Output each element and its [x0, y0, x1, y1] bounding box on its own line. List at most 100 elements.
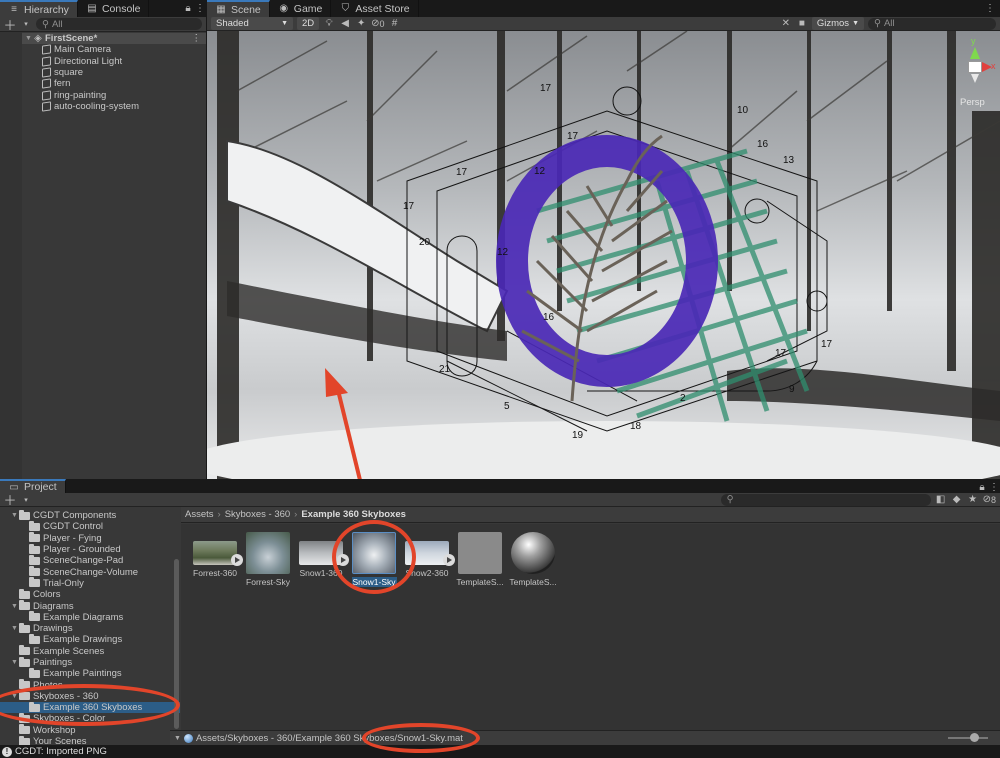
scene-viewport[interactable]: 17 17 12 10 16 13 17 17 20 12 21 5 19 18…	[207, 31, 1000, 479]
more-menu-icon[interactable]: ⋮	[194, 2, 206, 14]
folder-item[interactable]: SceneChange-Pad	[0, 554, 180, 567]
folder-item[interactable]: CGDT Control	[0, 520, 180, 532]
hierarchy-item[interactable]: Directional Light	[0, 56, 206, 67]
chevron-down-icon[interactable]: ▾	[20, 18, 32, 30]
folder-item[interactable]: Example Scenes	[0, 645, 180, 657]
folder-label: SceneChange-Pad	[43, 555, 124, 567]
folder-label: Paintings	[33, 657, 73, 668]
hierarchy-item[interactable]: square	[0, 67, 206, 78]
scene-row[interactable]: ▼ ◈ FirstScene* ⋮	[0, 33, 206, 45]
filter-label-icon[interactable]: ◆	[951, 494, 963, 506]
hierarchy-tabbar: ≡ Hierarchy ▤ Console 🔒︎ ⋮	[0, 0, 206, 17]
tab-game[interactable]: ◉ Game	[270, 0, 332, 17]
caret-down-icon[interactable]: ▼	[24, 35, 33, 42]
camera-icon[interactable]: ■	[796, 18, 808, 30]
hidden-packages-icon[interactable]: ⊘ 8	[983, 494, 996, 506]
folder-icon	[29, 566, 40, 577]
asset-item[interactable]: Forrest-360	[190, 532, 243, 578]
folder-item[interactable]: ▼ Diagrams	[0, 600, 180, 612]
asset-item[interactable]: Forrest-Sky	[243, 532, 293, 587]
gizmos-dropdown[interactable]: Gizmos ▼	[811, 17, 864, 30]
console-icon: ▤	[87, 3, 97, 14]
folder-label: Example Diagrams	[43, 611, 124, 623]
grid-toggle-icon[interactable]: #	[389, 18, 401, 30]
diagram-label: 13	[783, 155, 795, 166]
folder-item[interactable]: SceneChange-Volume	[0, 566, 180, 578]
hidden-objects-icon[interactable]: ⊘ 0	[371, 18, 384, 30]
folder-icon	[29, 532, 40, 543]
folder-item[interactable]: ▼ Paintings	[0, 656, 180, 668]
folder-item[interactable]: Player - Grounded	[0, 543, 180, 556]
hierarchy-toolbar: ＋ ▾ ⚲ All	[0, 17, 206, 33]
orientation-gizmo[interactable]: y x Persp	[956, 33, 996, 109]
folder-label: Player - Grounded	[43, 544, 121, 556]
lock-icon[interactable]: 🔒︎	[976, 481, 988, 493]
search-icon: ⚲	[42, 18, 49, 30]
lock-icon[interactable]: 🔒︎	[182, 2, 194, 14]
breadcrumb-assets[interactable]: Assets	[185, 509, 214, 520]
more-menu-icon[interactable]: ⋮	[988, 481, 1000, 493]
project-tabbar: ▭ Project 🔒︎ ⋮	[0, 479, 1000, 493]
hierarchy-item[interactable]: auto-cooling-system	[0, 101, 206, 112]
folder-item[interactable]: Example Drawings	[0, 633, 180, 645]
folder-icon	[29, 577, 40, 588]
scene-tabbar: ▦ Scene ◉ Game ⛉ Asset Store ⋮	[207, 0, 1000, 17]
caret-down-icon[interactable]: ▼	[10, 659, 19, 666]
lighting-toggle-icon[interactable]: 💡︎	[323, 18, 335, 30]
folder-item[interactable]: Colors	[0, 588, 180, 600]
diagram-label: 18	[630, 421, 642, 432]
hierarchy-item[interactable]: ring-painting	[0, 89, 206, 101]
folder-item[interactable]: Trial-Only	[0, 577, 180, 589]
diagram-label: 17	[540, 83, 552, 94]
gizmo-center-cube[interactable]	[968, 61, 982, 73]
effects-dropdown-icon[interactable]: ✦	[355, 18, 367, 30]
caret-down-icon[interactable]: ▼	[10, 625, 19, 632]
folder-item[interactable]: ▼ CGDT Components	[0, 509, 180, 521]
folder-item[interactable]: Player - Fying	[0, 532, 180, 544]
gizmo-x-label: x	[991, 61, 996, 71]
folder-item[interactable]: ▼ Drawings	[0, 622, 180, 635]
folder-label: Drawings	[33, 623, 73, 635]
folder-item[interactable]: Example Paintings	[0, 667, 180, 679]
gizmo-y-axis[interactable]	[970, 47, 980, 59]
shading-dropdown[interactable]: Shaded ▼	[211, 17, 293, 30]
project-search-input[interactable]: ⚲	[720, 493, 931, 506]
grid-icon: ▦	[216, 4, 226, 15]
tab-scene[interactable]: ▦ Scene	[207, 0, 270, 17]
folder-icon	[19, 724, 30, 735]
asset-item[interactable]: TemplateS...	[508, 532, 558, 587]
caret-down-icon[interactable]: ▼	[10, 603, 19, 610]
folder-item[interactable]: Workshop	[0, 724, 180, 736]
folder-icon	[19, 645, 30, 656]
favorites-star-icon[interactable]: ★	[967, 494, 979, 506]
2d-toggle[interactable]: 2D	[297, 17, 320, 30]
add-icon[interactable]: ＋	[4, 18, 17, 33]
add-icon[interactable]: ＋	[4, 493, 17, 508]
thumbnail-size-slider[interactable]	[948, 733, 988, 742]
folder-item[interactable]: Example Diagrams	[0, 611, 180, 623]
tab-console[interactable]: ▤ Console	[78, 0, 150, 17]
scene-menu-icon[interactable]: ⋮	[192, 33, 202, 44]
scene-search-input[interactable]: ⚲ All	[868, 17, 996, 30]
asset-item[interactable]: TemplateS...	[455, 532, 505, 587]
slider-handle[interactable]	[970, 733, 979, 742]
forest-thumbnail	[193, 541, 243, 566]
hierarchy-search-input[interactable]: ⚲ All	[36, 18, 202, 30]
more-menu-icon[interactable]: ⋮	[984, 2, 996, 14]
diagram-label: 5	[504, 401, 510, 412]
tab-asset-store[interactable]: ⛉ Asset Store	[331, 0, 419, 17]
collapse-icon[interactable]: ▼	[174, 735, 181, 742]
gizmo-z-axis[interactable]	[971, 74, 979, 83]
hierarchy-item[interactable]: Main Camera	[0, 44, 206, 55]
projection-label[interactable]: Persp	[960, 97, 985, 108]
caret-down-icon[interactable]: ▼	[10, 512, 19, 519]
folder-label: SceneChange-Volume	[43, 566, 139, 578]
tools-icon[interactable]: ✕	[780, 18, 792, 30]
breadcrumb-current[interactable]: Example 360 Skyboxes	[301, 509, 406, 520]
audio-toggle-icon[interactable]: ◀︎	[339, 18, 351, 30]
filter-type-icon[interactable]: ◧	[935, 494, 947, 506]
chevron-down-icon[interactable]: ▾	[20, 494, 32, 506]
sky-thumbnail	[246, 532, 290, 574]
hierarchy-item[interactable]: fern	[0, 78, 206, 89]
breadcrumb-skyboxes[interactable]: Skyboxes - 360	[225, 509, 290, 520]
